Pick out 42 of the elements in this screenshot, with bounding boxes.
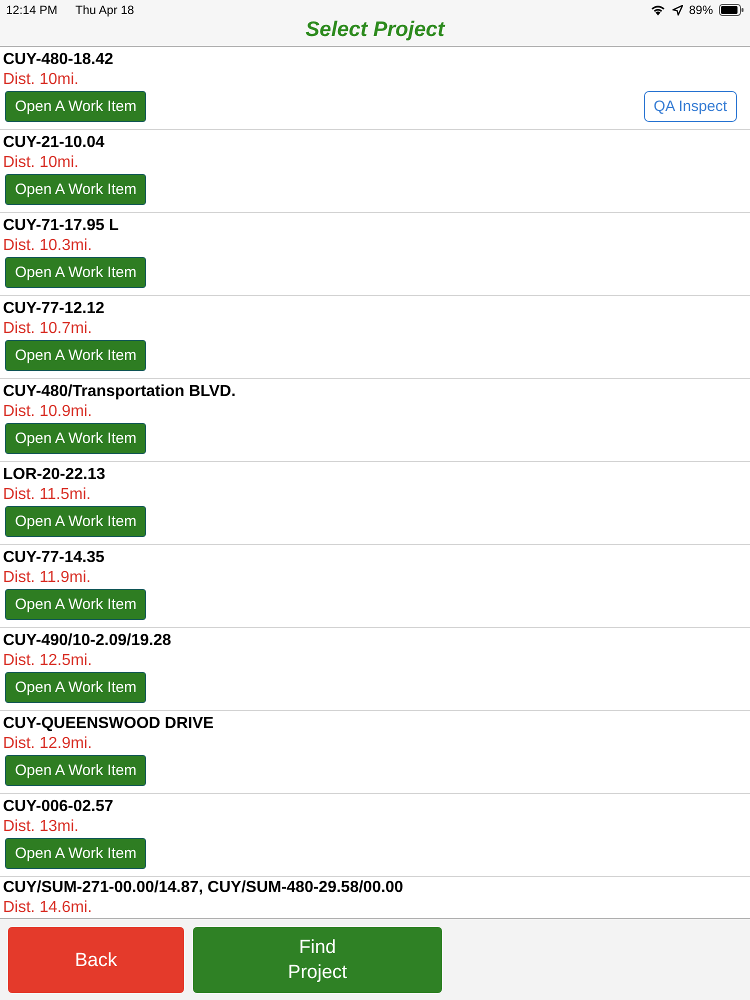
project-name: CUY-QUEENSWOOD DRIVE	[3, 714, 215, 734]
open-work-item-button[interactable]: Open A Work Item	[5, 506, 146, 537]
project-distance: Dist. 10mi.	[3, 153, 80, 173]
project-name: CUY/SUM-271-00.00/14.87, CUY/SUM-480-29.58/00.00	[3, 878, 404, 898]
project-distance: Dist. 12.5mi.	[3, 651, 93, 671]
wifi-icon	[650, 4, 666, 16]
battery-percent: 89%	[688, 3, 713, 17]
status-date: Thu Apr 18	[75, 3, 134, 17]
find-project-button[interactable]: Find Project	[193, 927, 442, 993]
project-distance: Dist. 10.3mi.	[3, 236, 93, 256]
open-work-item-button[interactable]: Open A Work Item	[5, 672, 146, 703]
open-work-item-button[interactable]: Open A Work Item	[5, 589, 146, 620]
project-name: CUY-71-17.95 L	[3, 216, 120, 236]
open-work-item-button[interactable]: Open A Work Item	[5, 174, 146, 205]
project-name: LOR-20-22.13	[3, 465, 106, 485]
open-work-item-button[interactable]: Open A Work Item	[5, 257, 146, 288]
status-time: 12:14 PM	[6, 3, 58, 17]
project-name: CUY-006-02.57	[3, 797, 114, 817]
project-distance: Dist. 10mi.	[3, 70, 80, 90]
open-work-item-button[interactable]: Open A Work Item	[5, 340, 146, 371]
project-distance: Dist. 12.9mi.	[3, 734, 93, 754]
location-arrow-icon	[672, 4, 683, 16]
project-name: CUY-490/10-2.09/19.28	[3, 631, 172, 651]
project-distance: Dist. 10.7mi.	[3, 319, 93, 339]
project-distance: Dist. 10.9mi.	[3, 402, 93, 422]
open-work-item-button[interactable]: Open A Work Item	[5, 755, 146, 786]
qa-inspect-button[interactable]: QA Inspect	[644, 91, 737, 122]
open-work-item-button[interactable]: Open A Work Item	[5, 423, 146, 454]
project-name: CUY-21-10.04	[3, 133, 106, 153]
project-name: CUY-480/Transportation BLVD.	[3, 382, 237, 402]
project-name: CUY-480-18.42	[3, 50, 114, 70]
back-button[interactable]: Back	[8, 927, 184, 993]
project-distance: Dist. 13mi.	[3, 817, 80, 837]
project-name: CUY-77-14.35	[3, 548, 106, 568]
open-work-item-button[interactable]: Open A Work Item	[5, 91, 146, 122]
screen-title: Select Project	[304, 18, 446, 42]
project-distance: Dist. 14.6mi.	[3, 898, 93, 918]
project-name: CUY-77-12.12	[3, 299, 106, 319]
project-distance: Dist. 11.5mi.	[3, 485, 92, 505]
project-distance: Dist. 11.9mi.	[3, 568, 92, 588]
open-work-item-button[interactable]: Open A Work Item	[5, 838, 146, 869]
battery-icon	[719, 4, 744, 16]
